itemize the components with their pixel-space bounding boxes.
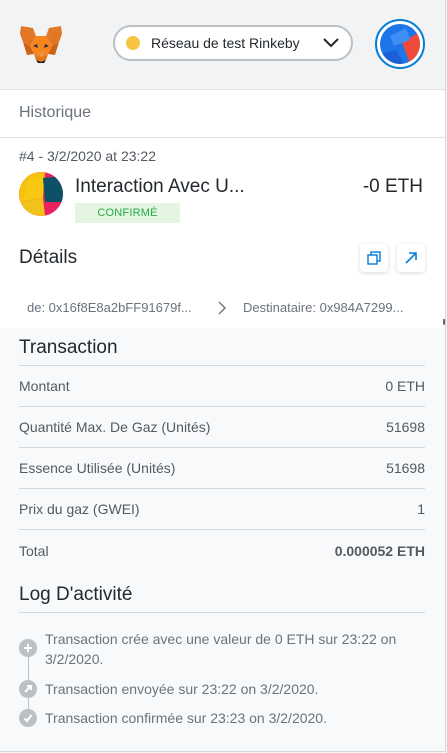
activity-event: Transaction crée avec une valeur de 0 ET… (45, 631, 397, 667)
divider (0, 137, 445, 138)
activity-log-title: Log D'activité (19, 584, 133, 605)
view-on-explorer-button[interactable] (397, 244, 425, 272)
account-menu-button[interactable] (375, 19, 425, 69)
row-gas-used: Essence Utilisée (Unités) 51698 (19, 448, 425, 488)
recipient-address[interactable]: Destinataire: 0x984A7299... (243, 300, 403, 315)
metamask-popup: Réseau de test Rinkeby Historique #4 - 3… (0, 0, 446, 752)
row-value: 0 ETH (385, 378, 425, 394)
transaction-amount: -0 ETH (362, 176, 423, 197)
row-value: 1 (417, 501, 425, 517)
checkmark-icon (19, 709, 37, 727)
transaction-meta: #4 - 3/2/2020 at 23:22 (19, 148, 156, 164)
row-total: Total 0.000052 ETH (19, 531, 425, 571)
sender-recipient-row: de: 0x16f8E8a2bFF91679f... Destinataire:… (0, 288, 445, 328)
metamask-fox-icon[interactable] (19, 24, 63, 64)
scroll-indicator: ► (441, 316, 445, 328)
transaction-title: Interaction Avec U... (75, 176, 245, 197)
copy-button[interactable] (360, 244, 388, 272)
row-value: 51698 (386, 460, 425, 476)
arrow-up-right-icon (19, 680, 37, 698)
activity-event: Transaction envoyée sur 23:22 on 3/2/202… (45, 681, 319, 697)
details-title: Détails (19, 247, 78, 268)
chevron-right-icon (218, 301, 226, 315)
plus-icon (19, 639, 37, 657)
network-selector[interactable]: Réseau de test Rinkeby (113, 25, 353, 61)
row-amount: Montant 0 ETH (19, 366, 425, 406)
network-status-dot (126, 36, 140, 50)
row-label: Essence Utilisée (Unités) (19, 460, 176, 476)
contract-identicon (19, 172, 63, 216)
row-value: 51698 (386, 419, 425, 435)
divider (19, 612, 425, 613)
row-gas-price: Prix du gaz (GWEI) 1 (19, 489, 425, 529)
network-label: Réseau de test Rinkeby (151, 35, 300, 51)
row-label: Montant (19, 378, 70, 394)
app-header: Réseau de test Rinkeby (0, 0, 445, 90)
transaction-section-title: Transaction (19, 337, 118, 358)
history-title: Historique (19, 104, 92, 121)
activity-event: Transaction confirmée sur 23:23 on 3/2/2… (45, 710, 327, 726)
status-badge: CONFIRMÉ (75, 203, 180, 223)
row-label: Quantité Max. De Gaz (Unités) (19, 419, 211, 435)
chevron-down-icon (323, 38, 339, 48)
sender-address[interactable]: de: 0x16f8E8a2bFF91679f... (27, 300, 192, 315)
row-label: Total (19, 543, 49, 559)
row-value: 0.000052 ETH (334, 543, 425, 559)
copy-icon (367, 251, 381, 265)
divider (19, 529, 425, 530)
row-label: Prix du gaz (GWEI) (19, 501, 140, 517)
arrow-up-right-icon (405, 252, 417, 264)
row-gas-limit: Quantité Max. De Gaz (Unités) 51698 (19, 407, 425, 447)
account-identicon (380, 24, 420, 64)
